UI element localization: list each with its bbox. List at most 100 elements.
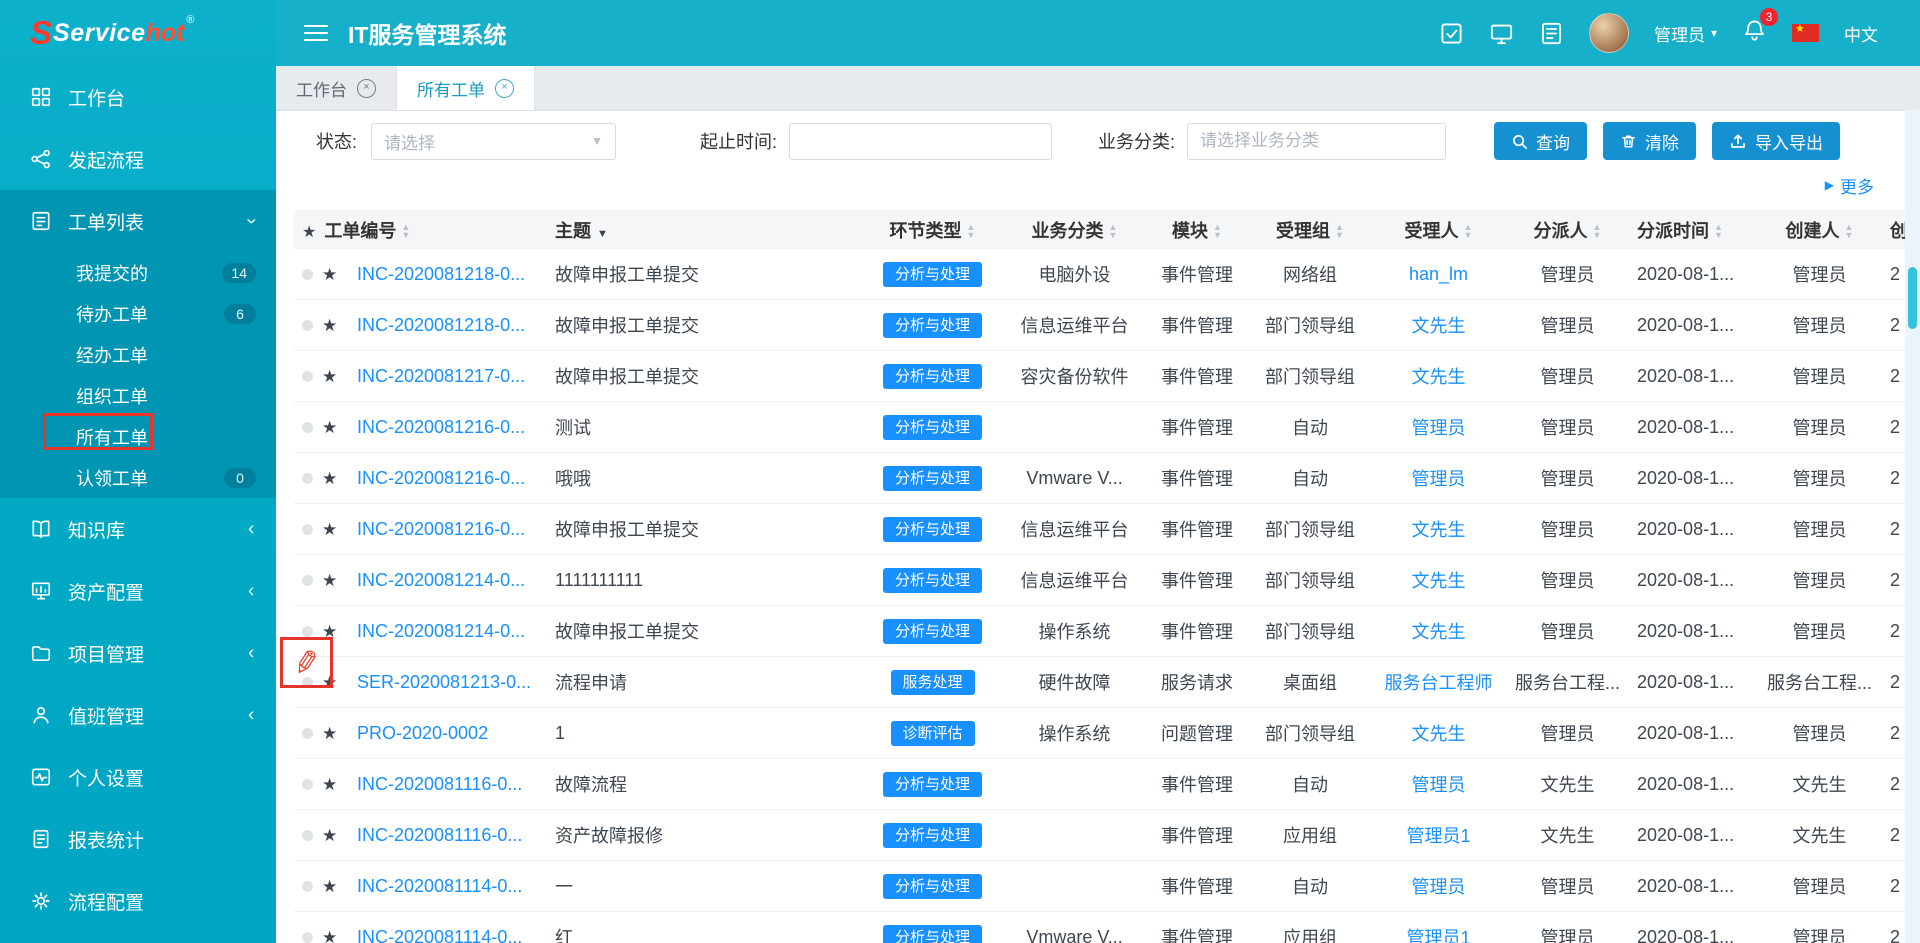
sidebar-subitem[interactable]: 认领工单0 (0, 457, 276, 498)
table-row[interactable]: ★INC-2020081214-0...故障申报工单提交分析与处理操作系统事件管… (294, 606, 1905, 657)
ticket-id-link[interactable]: INC-2020081216-0... (357, 468, 525, 488)
user-menu[interactable]: 管理员 ▾ (1654, 21, 1717, 46)
favorite-star-icon[interactable]: ★ (322, 418, 337, 437)
column-header[interactable]: 创建人▲▼ (1757, 210, 1882, 249)
ticket-id-link[interactable]: INC-2020081216-0... (357, 417, 525, 437)
sidebar-item[interactable]: 工作台 (0, 66, 276, 128)
assignee-link[interactable]: 文先生 (1412, 520, 1466, 540)
row-select-dot[interactable] (302, 779, 313, 790)
language-switcher[interactable]: 中文 (1844, 21, 1878, 46)
assignee-link[interactable]: 文先生 (1412, 724, 1466, 744)
sort-arrows-icon[interactable]: ▲▼ (1845, 224, 1854, 239)
scrollbar-thumb[interactable] (1908, 267, 1917, 329)
favorite-star-icon[interactable]: ★ (322, 571, 337, 590)
assignee-link[interactable]: 管理员 (1412, 775, 1466, 795)
sort-arrows-icon[interactable]: ▲▼ (1714, 224, 1723, 239)
row-select-dot[interactable] (302, 473, 313, 484)
favorite-star-icon[interactable]: ★ (322, 265, 337, 284)
column-header[interactable]: 创 (1882, 210, 1905, 249)
form-icon[interactable] (1539, 21, 1564, 46)
status-select[interactable]: 请选择 ▼ (371, 123, 616, 160)
table-row[interactable]: ★INC-2020081218-0...故障申报工单提交分析与处理电脑外设事件管… (294, 249, 1905, 300)
assignee-link[interactable]: 服务台工程师 (1385, 673, 1493, 693)
ticket-id-link[interactable]: INC-2020081116-0... (357, 825, 522, 845)
ticket-id-link[interactable]: PRO-2020-0002 (357, 723, 488, 743)
sidebar-item[interactable]: 流程配置 (0, 870, 276, 932)
favorite-star-icon[interactable]: ★ (322, 928, 337, 943)
sort-arrows-icon[interactable]: ▲▼ (1213, 224, 1222, 239)
favorite-star-icon[interactable]: ★ (322, 826, 337, 845)
sidebar-item[interactable]: 值班管理› (0, 684, 276, 746)
ticket-id-link[interactable]: INC-2020081218-0... (357, 264, 525, 284)
assignee-link[interactable]: 管理员 (1412, 418, 1466, 438)
china-flag-icon[interactable]: ★ (1792, 24, 1819, 42)
ticket-id-link[interactable]: INC-2020081214-0... (357, 570, 525, 590)
row-select-dot[interactable] (302, 932, 313, 943)
row-select-dot[interactable] (302, 830, 313, 841)
row-select-dot[interactable] (302, 422, 313, 433)
more-link[interactable]: ▶ 更多 (1825, 174, 1874, 196)
row-select-dot[interactable] (302, 881, 313, 892)
ticket-id-link[interactable]: INC-2020081218-0... (357, 315, 525, 335)
ticket-id-link[interactable]: INC-2020081214-0... (357, 621, 525, 641)
table-row[interactable]: ★SER-2020081213-0...流程申请服务处理硬件故障服务请求桌面组服… (294, 657, 1905, 708)
table-row[interactable]: ★INC-2020081216-0...哦哦分析与处理Vmware V...事件… (294, 453, 1905, 504)
favorite-star-icon[interactable]: ★ (322, 775, 337, 794)
notifications-bell[interactable]: 3 (1742, 18, 1767, 48)
import-export-button[interactable]: 导入导出 (1712, 122, 1840, 160)
column-header[interactable]: ★工单编号▲▼ (294, 210, 547, 249)
close-icon[interactable]: × (495, 79, 514, 98)
favorite-star-icon[interactable]: ★ (322, 520, 337, 539)
row-select-dot[interactable] (302, 320, 313, 331)
assignee-link[interactable]: 管理员1 (1407, 928, 1471, 943)
table-row[interactable]: ★INC-2020081116-0...资产故障报修分析与处理事件管理应用组管理… (294, 810, 1905, 861)
table-row[interactable]: ★INC-2020081218-0...故障申报工单提交分析与处理信息运维平台事… (294, 300, 1905, 351)
assignee-link[interactable]: han_lm (1409, 264, 1468, 284)
sidebar-subitem[interactable]: 待办工单6 (0, 293, 276, 334)
row-select-dot[interactable] (302, 575, 313, 586)
column-header[interactable]: 业务分类▲▼ (1004, 210, 1145, 249)
monitor-icon[interactable] (1489, 21, 1514, 46)
sidebar-subitem[interactable]: 我提交的14 (0, 252, 276, 293)
sidebar-item[interactable]: 知识库› (0, 498, 276, 560)
sort-arrows-icon[interactable]: ▲▼ (401, 224, 410, 239)
table-row[interactable]: ★INC-2020081217-0...故障申报工单提交分析与处理容灾备份软件事… (294, 351, 1905, 402)
sidebar-item[interactable]: 发起流程 (0, 128, 276, 190)
hamburger-menu-icon[interactable] (304, 25, 328, 42)
favorite-star-icon[interactable]: ★ (322, 469, 337, 488)
time-range-input[interactable] (789, 123, 1052, 160)
assignee-link[interactable]: 文先生 (1412, 316, 1466, 336)
sidebar-item[interactable]: 工单列表› (0, 190, 276, 252)
sidebar-item[interactable]: 个人设置 (0, 746, 276, 808)
row-select-dot[interactable] (302, 524, 313, 535)
ticket-id-link[interactable]: SER-2020081213-0... (357, 672, 531, 692)
clear-button[interactable]: 清除 (1603, 122, 1696, 160)
vertical-scrollbar[interactable] (1905, 110, 1920, 943)
row-select-dot[interactable] (302, 626, 313, 637)
row-select-dot[interactable] (302, 269, 313, 280)
sidebar-item[interactable]: 资产配置› (0, 560, 276, 622)
sort-arrows-icon[interactable]: ▲▼ (1335, 224, 1344, 239)
sidebar-item[interactable]: 报表统计 (0, 808, 276, 870)
column-header[interactable]: 主题▼ (547, 210, 861, 249)
table-row[interactable]: ★INC-2020081216-0...故障申报工单提交分析与处理信息运维平台事… (294, 504, 1905, 555)
sort-arrows-icon[interactable]: ▲▼ (1464, 224, 1473, 239)
assignee-link[interactable]: 管理员1 (1407, 826, 1471, 846)
row-select-dot[interactable] (302, 728, 313, 739)
assignee-link[interactable]: 文先生 (1412, 571, 1466, 591)
table-row[interactable]: ★INC-2020081216-0...测试分析与处理事件管理自动管理员管理员2… (294, 402, 1905, 453)
ticket-id-link[interactable]: INC-2020081217-0... (357, 366, 525, 386)
sidebar-item[interactable]: 项目管理› (0, 622, 276, 684)
brand-logo[interactable]: SServicehot® (0, 0, 276, 66)
ticket-id-link[interactable]: INC-2020081114-0... (357, 927, 522, 943)
ticket-id-link[interactable]: INC-2020081114-0... (357, 876, 522, 896)
table-row[interactable]: ★INC-2020081114-0...一分析与处理事件管理自动管理员管理员20… (294, 861, 1905, 912)
ticket-id-link[interactable]: INC-2020081216-0... (357, 519, 525, 539)
assignee-link[interactable]: 管理员 (1412, 877, 1466, 897)
favorite-star-icon[interactable]: ★ (322, 367, 337, 386)
assignee-link[interactable]: 管理员 (1412, 469, 1466, 489)
table-row[interactable]: ★INC-2020081114-0...红分析与处理Vmware V...事件管… (294, 912, 1905, 943)
sidebar-subitem[interactable]: 组织工单 (0, 375, 276, 416)
column-header[interactable]: 分派人▲▼ (1506, 210, 1629, 249)
business-category-input[interactable] (1187, 123, 1446, 160)
